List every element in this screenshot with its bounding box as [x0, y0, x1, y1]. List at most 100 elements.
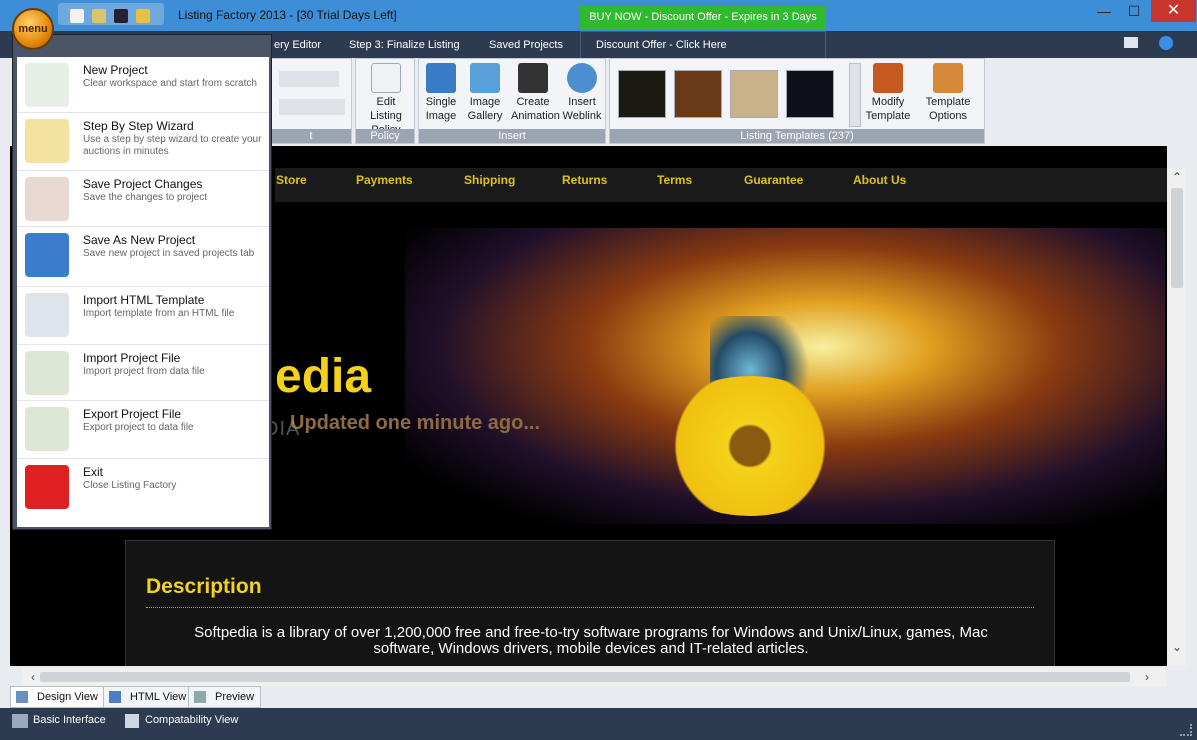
- menu-item-desc: Import template from an HTML file: [83, 308, 235, 319]
- menu-orb-button[interactable]: menu: [12, 8, 54, 50]
- nav-guarantee[interactable]: Guarantee: [744, 173, 803, 187]
- nav-returns[interactable]: Returns: [562, 173, 607, 187]
- buy-now-banner[interactable]: BUY NOW - Discount Offer - Expires in 3 …: [580, 6, 826, 30]
- menu-list: New Project Clear workspace and start fr…: [17, 57, 269, 527]
- preview-icon: [194, 691, 206, 703]
- scroll-left-icon[interactable]: ‹: [26, 670, 40, 684]
- menu-item-import-project[interactable]: Import Project File Import project from …: [17, 345, 269, 401]
- description-title: Description: [146, 575, 262, 598]
- edit-icon[interactable]: [70, 9, 84, 23]
- menu-item-title: Import Project File: [83, 351, 181, 365]
- templates-group-label: Listing Templates (237): [610, 129, 984, 143]
- image-gallery-button[interactable]: Image Gallery: [463, 63, 507, 123]
- edit-listing-policy-button[interactable]: Edit Listing Policy: [362, 63, 410, 137]
- design-view-icon: [16, 691, 28, 703]
- create-animation-label-2: Animation: [511, 110, 560, 122]
- menu-item-save-project[interactable]: Save Project Changes Save the changes to…: [17, 171, 269, 227]
- basic-interface-dropdown[interactable]: Basic Interface: [33, 714, 106, 726]
- menu-item-title: Import HTML Template: [83, 293, 205, 307]
- modify-label-2: Template: [865, 110, 911, 122]
- scroll-up-icon[interactable]: ⌃: [1170, 170, 1184, 184]
- template-thumb-3[interactable]: [730, 70, 778, 118]
- template-options-icon: [933, 63, 963, 93]
- film-icon: [518, 63, 548, 93]
- save-changes-icon: [25, 177, 69, 221]
- image-icon: [426, 63, 456, 93]
- menu-item-exit[interactable]: Exit Close Listing Factory: [17, 459, 269, 519]
- indent-buttons[interactable]: [279, 99, 345, 115]
- image-gallery-label-1: Image: [469, 96, 501, 108]
- compat-icon: [125, 714, 139, 728]
- tab-saved-projects[interactable]: Saved Projects: [489, 39, 563, 51]
- menu-item-desc: Close Listing Factory: [83, 480, 177, 491]
- format-group-label: t: [271, 129, 351, 143]
- html-file-icon: [25, 293, 69, 337]
- edit-listing-label: Edit Listing: [370, 96, 402, 122]
- policy-check-icon: [371, 63, 401, 93]
- horizontal-scroll-thumb[interactable]: [40, 672, 1130, 682]
- description-divider: [146, 607, 1034, 608]
- modify-template-button[interactable]: Modify Template: [864, 63, 912, 123]
- create-animation-label-1: Create: [516, 96, 550, 108]
- gallery-icon: [470, 63, 500, 93]
- import-icon: [25, 351, 69, 395]
- template-thumb-2[interactable]: [674, 70, 722, 118]
- single-image-label-1: Single: [425, 96, 457, 108]
- menu-item-export-project[interactable]: Export Project File Export project to da…: [17, 401, 269, 459]
- nav-about-us[interactable]: About Us: [853, 173, 906, 187]
- flower-image: [650, 376, 850, 516]
- menu-item-desc: Save new project in saved projects tab: [83, 248, 255, 259]
- ribbon-group-policy: Edit Listing Policy Policy: [355, 58, 415, 144]
- layout-icon[interactable]: [1124, 37, 1138, 48]
- brush-icon: [873, 63, 903, 93]
- insert-weblink-label-2: Weblink: [562, 110, 602, 122]
- template-options-button[interactable]: Template Options: [922, 63, 974, 123]
- scroll-right-icon[interactable]: ›: [1140, 670, 1154, 684]
- tab-discount-label[interactable]: Discount Offer - Click Here: [596, 39, 727, 51]
- vertical-scroll-thumb[interactable]: [1171, 188, 1183, 288]
- policy-group-label: Policy: [356, 129, 414, 143]
- lock-icon[interactable]: [136, 9, 150, 23]
- nav-payments[interactable]: Payments: [356, 173, 413, 187]
- site-tagline: Updated one minute ago...: [290, 412, 541, 434]
- save-icon[interactable]: [114, 9, 128, 23]
- template-thumb-4[interactable]: [786, 70, 834, 118]
- help-icon[interactable]: [1159, 36, 1173, 50]
- ribbon-group-insert: Single Image Image Gallery Create Animat…: [418, 58, 606, 144]
- description-box: Description Softpedia is a library of ov…: [125, 540, 1055, 666]
- menu-item-import-html[interactable]: Import HTML Template Import template fro…: [17, 287, 269, 345]
- menu-item-desc: Import project from data file: [83, 366, 205, 377]
- wizard-icon[interactable]: [92, 9, 106, 23]
- insert-weblink-label-1: Insert: [568, 96, 596, 108]
- scroll-down-icon[interactable]: ⌄: [1170, 640, 1184, 654]
- image-gallery-label-2: Gallery: [467, 110, 503, 122]
- nav-terms[interactable]: Terms: [657, 173, 692, 187]
- menu-item-title: Save Project Changes: [83, 177, 203, 191]
- menu-item-desc: Export project to data file: [83, 422, 194, 433]
- menu-item-wizard[interactable]: Step By Step Wizard Use a step by step w…: [17, 113, 269, 171]
- insert-weblink-button[interactable]: Insert Weblink: [559, 63, 605, 123]
- ribbon-group-templates: Modify Template Template Options Listing…: [609, 58, 985, 144]
- wand-icon: [25, 119, 69, 163]
- single-image-button[interactable]: Single Image: [419, 63, 463, 123]
- resize-grip-icon[interactable]: [1180, 724, 1192, 736]
- compatability-view-dropdown[interactable]: Compatability View: [145, 714, 238, 726]
- align-buttons[interactable]: [279, 71, 339, 87]
- menu-item-new-project[interactable]: New Project Clear workspace and start fr…: [17, 57, 269, 113]
- quick-access-toolbar: [58, 3, 164, 25]
- nav-shipping[interactable]: Shipping: [464, 173, 515, 187]
- template-scroll[interactable]: [849, 63, 861, 127]
- template-thumb-1[interactable]: [618, 70, 666, 118]
- close-icon[interactable]: ✕: [1151, 0, 1196, 22]
- create-animation-button[interactable]: Create Animation: [511, 63, 560, 123]
- exit-icon: [25, 465, 69, 509]
- nav-store[interactable]: Store: [276, 173, 307, 187]
- menu-item-save-as[interactable]: Save As New Project Save new project in …: [17, 227, 269, 287]
- tab-finalize-listing[interactable]: Step 3: Finalize Listing: [349, 39, 460, 51]
- tab-gallery-editor[interactable]: ery Editor: [274, 39, 321, 51]
- minimize-icon[interactable]: —: [1089, 0, 1119, 22]
- view-tabs: Design View HTML View Preview: [0, 686, 1197, 708]
- menu-item-title: New Project: [83, 63, 148, 77]
- maximize-icon[interactable]: ☐: [1119, 0, 1149, 22]
- options-label-1: Template: [925, 96, 971, 108]
